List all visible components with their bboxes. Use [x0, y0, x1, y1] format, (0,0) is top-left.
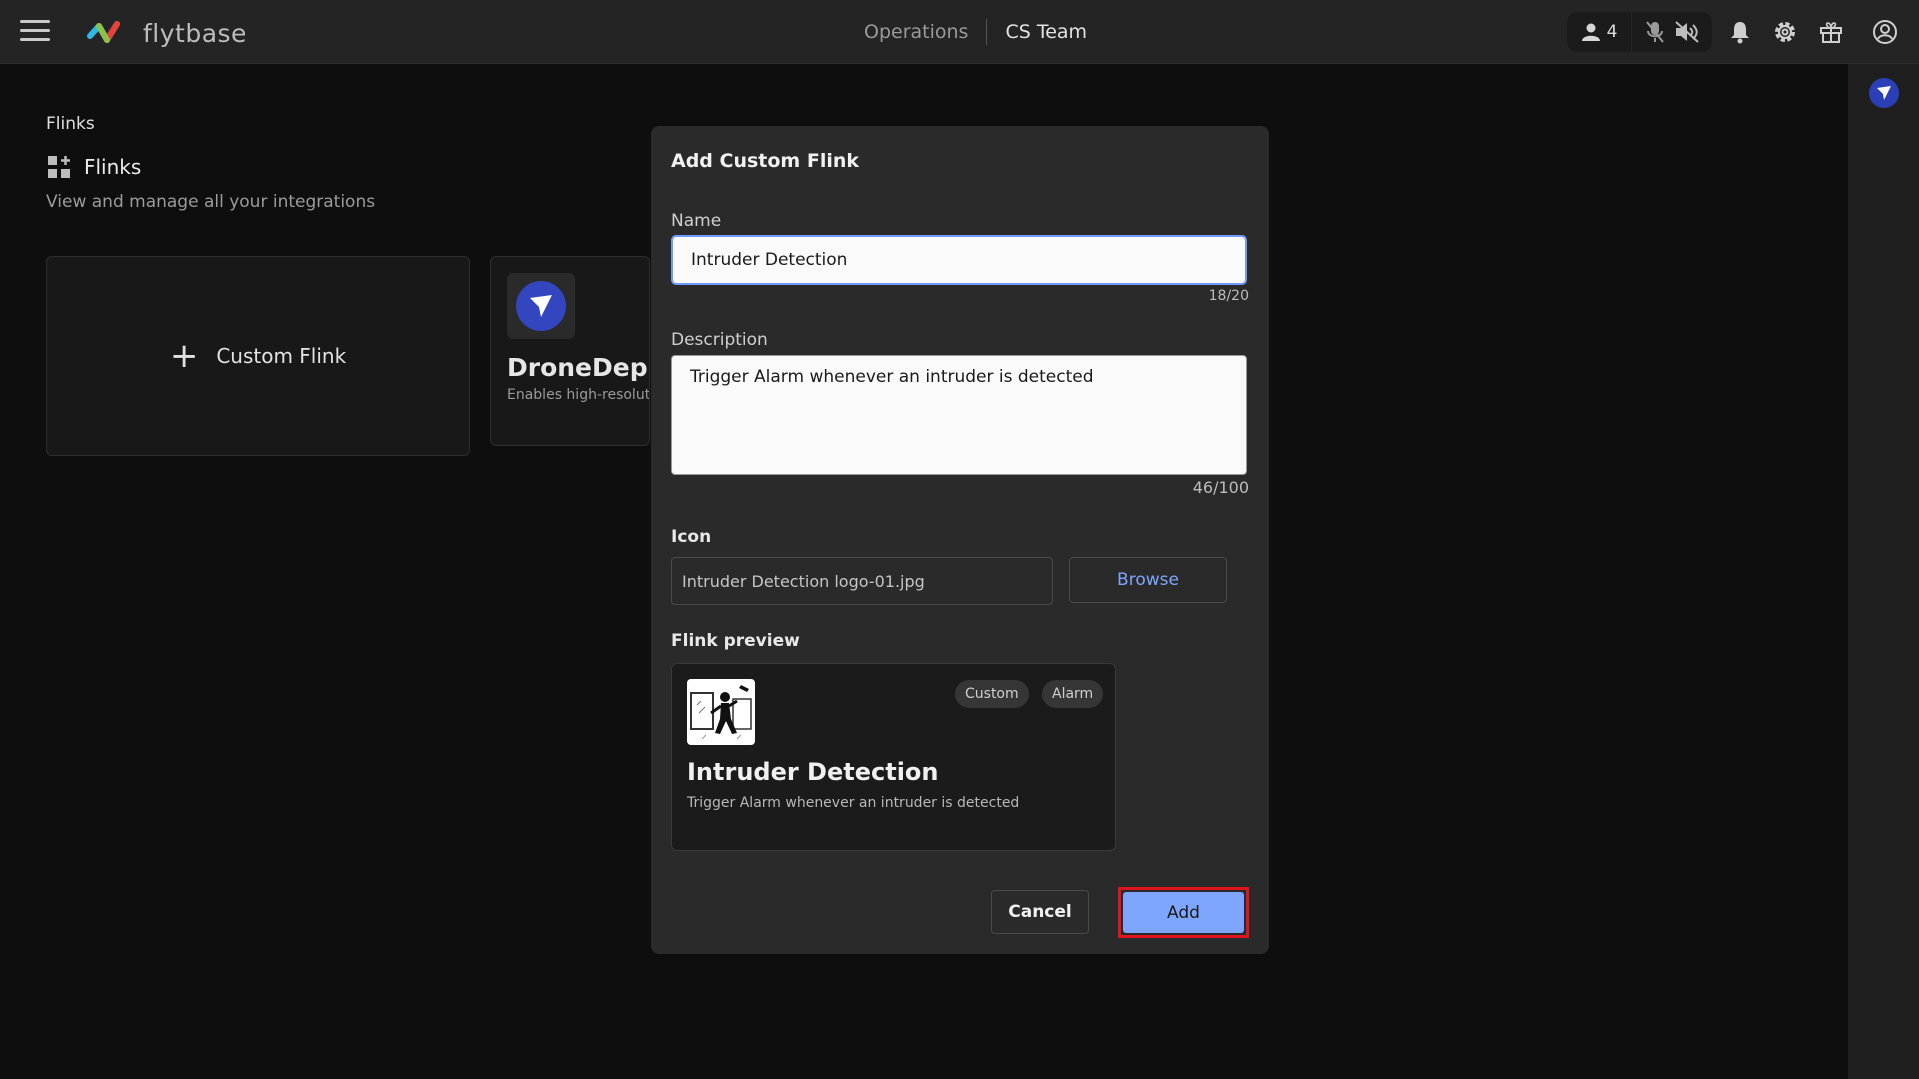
mic-off-icon[interactable]: [1644, 20, 1666, 44]
breadcrumb[interactable]: Flinks: [46, 114, 95, 134]
account-icon[interactable]: [1872, 19, 1898, 45]
dronedeploy-rail-icon[interactable]: [1869, 78, 1899, 108]
add-button-highlight: Add: [1118, 887, 1249, 938]
right-rail: [1848, 64, 1919, 1079]
dronedeploy-icon: [516, 281, 566, 331]
dronedeploy-card[interactable]: DroneDeploy Enables high-resolution ata …: [490, 256, 650, 446]
page-title-text: Flinks: [84, 155, 142, 179]
flink-preview-label: Flink preview: [671, 631, 800, 651]
dronedeploy-logo: [507, 273, 575, 339]
browse-button[interactable]: Browse: [1069, 557, 1227, 603]
custom-flink-label: Custom Flink: [216, 344, 347, 368]
nav-operations[interactable]: Operations: [864, 21, 968, 43]
gift-icon[interactable]: [1819, 20, 1843, 44]
nav-divider: [986, 19, 988, 45]
add-custom-flink-dialog: Add Custom Flink Name 18/20 Description …: [651, 126, 1269, 954]
send-arrow-icon: [530, 295, 552, 317]
top-bar: flytbase Operations CS Team 4: [0, 0, 1919, 64]
description-char-counter: 46/100: [1192, 478, 1249, 497]
name-char-counter: 18/20: [1208, 288, 1249, 304]
icon-label: Icon: [671, 527, 712, 547]
add-custom-flink-card[interactable]: + Custom Flink: [46, 256, 470, 456]
preview-title: Intruder Detection: [687, 758, 939, 786]
flytbase-logo[interactable]: flytbase: [87, 16, 247, 50]
intruder-icon: [687, 679, 755, 745]
logo-text: flytbase: [143, 18, 247, 48]
users-online-button[interactable]: 4: [1567, 12, 1631, 52]
page-title: Flinks: [47, 155, 141, 179]
dronedeploy-title: DroneDeploy: [507, 353, 649, 382]
name-label: Name: [671, 211, 722, 231]
flytbase-logo-mark: [87, 21, 120, 43]
flink-preview-card: Custom Alarm Intruder Detection Trigger …: [671, 663, 1116, 851]
cancel-button[interactable]: Cancel: [991, 890, 1089, 934]
hamburger-menu-icon[interactable]: [20, 20, 50, 44]
dronedeploy-description: Enables high-resolution ata analysis: [507, 387, 650, 403]
preview-tag-custom: Custom: [955, 680, 1029, 708]
nav-team[interactable]: CS Team: [1005, 21, 1087, 43]
icon-file-input[interactable]: [671, 557, 1053, 605]
user-icon: [1581, 23, 1600, 41]
plus-icon: +: [169, 336, 199, 376]
audio-controls: [1632, 12, 1712, 52]
user-count: 4: [1606, 22, 1618, 42]
gear-icon[interactable]: [1773, 20, 1797, 44]
name-input[interactable]: [671, 235, 1247, 285]
add-button[interactable]: Add: [1123, 892, 1244, 933]
top-nav: Operations CS Team: [864, 19, 1087, 45]
preview-tag-alarm: Alarm: [1042, 680, 1104, 708]
dialog-title: Add Custom Flink: [671, 150, 860, 172]
grid-icon: [48, 156, 70, 178]
description-label: Description: [671, 330, 768, 350]
description-textarea[interactable]: Trigger Alarm whenever an intruder is de…: [671, 355, 1247, 475]
preview-description: Trigger Alarm whenever an intruder is de…: [687, 795, 1020, 811]
bell-icon[interactable]: [1730, 20, 1750, 44]
speaker-off-icon[interactable]: [1674, 20, 1700, 44]
send-arrow-icon: [1877, 86, 1891, 100]
page-subtitle: View and manage all your integrations: [46, 192, 376, 212]
